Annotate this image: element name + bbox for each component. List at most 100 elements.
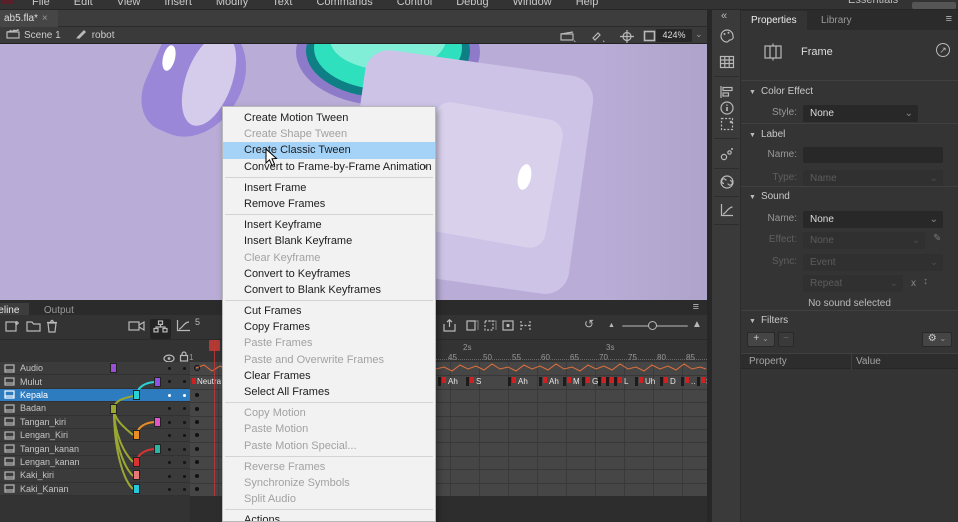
menu-item-create-classic-tween[interactable]: Create Classic Tween bbox=[223, 142, 435, 158]
section-sound[interactable]: ▼Sound bbox=[749, 191, 790, 202]
menu-commands[interactable]: Commands bbox=[304, 0, 384, 9]
layer-color-swatch[interactable] bbox=[154, 377, 161, 387]
new-layer-icon[interactable] bbox=[5, 319, 20, 338]
layer-color-swatch[interactable] bbox=[110, 363, 117, 373]
stage-zoom-value[interactable]: 424% bbox=[656, 29, 692, 42]
menu-item-insert-blank-keyframe[interactable]: Insert Blank Keyframe bbox=[223, 233, 435, 249]
symbol-breadcrumb[interactable]: robot bbox=[92, 30, 115, 41]
layer-lock-dot[interactable] bbox=[183, 488, 186, 491]
edit-multiple-frames-icon[interactable] bbox=[502, 319, 515, 337]
section-color-effect[interactable]: ▼Color Effect bbox=[749, 86, 813, 97]
brush-library-panel-icon[interactable] bbox=[719, 146, 735, 162]
label-name-input[interactable] bbox=[803, 147, 943, 163]
layer-visibility-dot[interactable] bbox=[168, 407, 171, 410]
close-tab-icon[interactable]: × bbox=[42, 13, 48, 24]
menu-item-remove-frames[interactable]: Remove Frames bbox=[223, 196, 435, 212]
menu-item-convert-to-keyframes[interactable]: Convert to Keyframes bbox=[223, 266, 435, 282]
layer-lock-dot[interactable] bbox=[183, 461, 186, 464]
layer-visibility-dot[interactable] bbox=[168, 421, 171, 424]
layer-color-swatch[interactable] bbox=[154, 417, 161, 427]
timeline-panel-menu-icon[interactable]: ≡ bbox=[693, 301, 699, 313]
layer-color-swatch[interactable] bbox=[133, 390, 140, 400]
layer-visibility-dot[interactable] bbox=[168, 488, 171, 491]
delete-layer-icon[interactable] bbox=[46, 319, 58, 338]
layer-color-swatch[interactable] bbox=[133, 430, 140, 440]
clip-content-icon[interactable] bbox=[643, 30, 656, 45]
cc-libraries-panel-icon[interactable] bbox=[719, 174, 735, 190]
history-panel-icon[interactable] bbox=[719, 202, 735, 218]
layer-visibility-dot[interactable] bbox=[168, 475, 171, 478]
menu-help[interactable]: Help bbox=[564, 0, 611, 9]
menu-item-create-motion-tween[interactable]: Create Motion Tween bbox=[223, 110, 435, 126]
layer-color-swatch[interactable] bbox=[133, 484, 140, 494]
layer-lock-dot[interactable] bbox=[183, 448, 186, 451]
tab-properties[interactable]: Properties bbox=[741, 11, 807, 30]
menu-item-insert-frame[interactable]: Insert Frame bbox=[223, 180, 435, 196]
layer-color-swatch[interactable] bbox=[154, 444, 161, 454]
layer-parenting-icon[interactable] bbox=[150, 319, 171, 339]
onion-skin-icon[interactable] bbox=[466, 319, 479, 337]
style-dropdown[interactable]: None ⌄ bbox=[803, 105, 918, 122]
section-filters[interactable]: ▼Filters bbox=[749, 315, 788, 326]
graph-editor-icon[interactable] bbox=[176, 319, 191, 337]
layer-lock-dot[interactable] bbox=[183, 475, 186, 478]
collapse-panels-icon[interactable]: « bbox=[721, 10, 737, 26]
menu-item-convert-frame-by-frame[interactable]: Convert to Frame-by-Frame Animation › bbox=[223, 159, 435, 175]
menu-window[interactable]: Window bbox=[501, 0, 564, 9]
transform-panel-icon[interactable] bbox=[719, 116, 735, 132]
edit-sound-envelope-icon[interactable]: ✎ bbox=[933, 233, 941, 244]
edit-scene-icon[interactable] bbox=[560, 30, 576, 45]
modify-markers-icon[interactable] bbox=[519, 319, 532, 337]
menu-item-insert-keyframe[interactable]: Insert Keyframe bbox=[223, 217, 435, 233]
new-folder-icon[interactable] bbox=[26, 319, 41, 337]
layer-visibility-dot[interactable] bbox=[168, 448, 171, 451]
menu-item-clear-frames[interactable]: Clear Frames bbox=[223, 368, 435, 384]
color-panel-icon[interactable] bbox=[719, 28, 735, 44]
filter-options-button[interactable]: ⚙ ⌄ bbox=[922, 332, 952, 347]
export-frames-icon[interactable] bbox=[443, 319, 458, 337]
onion-skin-outlines-icon[interactable] bbox=[484, 319, 497, 337]
swatches-panel-icon[interactable] bbox=[719, 54, 735, 70]
layer-color-swatch[interactable] bbox=[133, 457, 140, 467]
menu-insert[interactable]: Insert bbox=[152, 0, 204, 9]
menu-item-convert-to-blank-keyframes[interactable]: Convert to Blank Keyframes bbox=[223, 282, 435, 298]
section-label[interactable]: ▼Label bbox=[749, 129, 785, 140]
menu-item-actions[interactable]: Actions bbox=[223, 512, 435, 522]
tab-library[interactable]: Library bbox=[811, 11, 862, 30]
menu-text[interactable]: Text bbox=[260, 0, 304, 9]
layer-lock-dot[interactable] bbox=[183, 407, 186, 410]
menu-file[interactable]: File bbox=[20, 0, 62, 9]
menu-modify[interactable]: Modify bbox=[204, 0, 260, 9]
layer-lock-dot[interactable] bbox=[183, 394, 186, 397]
camera-icon[interactable] bbox=[128, 319, 145, 337]
layer-visibility-dot[interactable] bbox=[168, 434, 171, 437]
layer-lock-dot[interactable] bbox=[183, 421, 186, 424]
align-panel-icon[interactable] bbox=[719, 84, 735, 100]
layer-visibility-dot[interactable] bbox=[168, 367, 171, 370]
reset-timeline-zoom-icon[interactable]: ↺ bbox=[584, 317, 594, 331]
workspace-switcher[interactable]: Essentials bbox=[848, 0, 898, 6]
layer-lock-dot[interactable] bbox=[183, 367, 186, 370]
layer-color-swatch[interactable] bbox=[133, 470, 140, 480]
layer-color-swatch[interactable] bbox=[110, 404, 117, 414]
add-filter-button[interactable]: + ⌄ bbox=[747, 332, 775, 347]
stage-zoom-chevron-icon[interactable]: ⌄ bbox=[695, 29, 703, 40]
layer-visibility-dot[interactable] bbox=[168, 461, 171, 464]
timeline-zoom-in-icon[interactable]: ▲ bbox=[692, 319, 702, 330]
search-input[interactable] bbox=[912, 2, 956, 9]
timeline-zoom-knob[interactable] bbox=[648, 321, 657, 330]
menu-control[interactable]: Control bbox=[385, 0, 444, 9]
repeat-stepper-icon[interactable]: ↕ bbox=[923, 276, 928, 287]
edit-symbols-icon[interactable] bbox=[590, 30, 606, 45]
layer-visibility-dot[interactable] bbox=[168, 380, 171, 383]
menu-item-select-all-frames[interactable]: Select All Frames bbox=[223, 384, 435, 400]
menu-debug[interactable]: Debug bbox=[444, 0, 500, 9]
help-icon[interactable]: ↗ bbox=[936, 43, 950, 57]
layer-lock-dot[interactable] bbox=[183, 434, 186, 437]
sound-name-dropdown[interactable]: None ⌄ bbox=[803, 211, 943, 228]
menu-item-cut-frames[interactable]: Cut Frames bbox=[223, 303, 435, 319]
info-panel-icon[interactable] bbox=[719, 100, 735, 116]
layer-lock-dot[interactable] bbox=[183, 380, 186, 383]
menu-edit[interactable]: Edit bbox=[62, 0, 105, 9]
scene-breadcrumb[interactable]: Scene 1 bbox=[24, 30, 61, 41]
